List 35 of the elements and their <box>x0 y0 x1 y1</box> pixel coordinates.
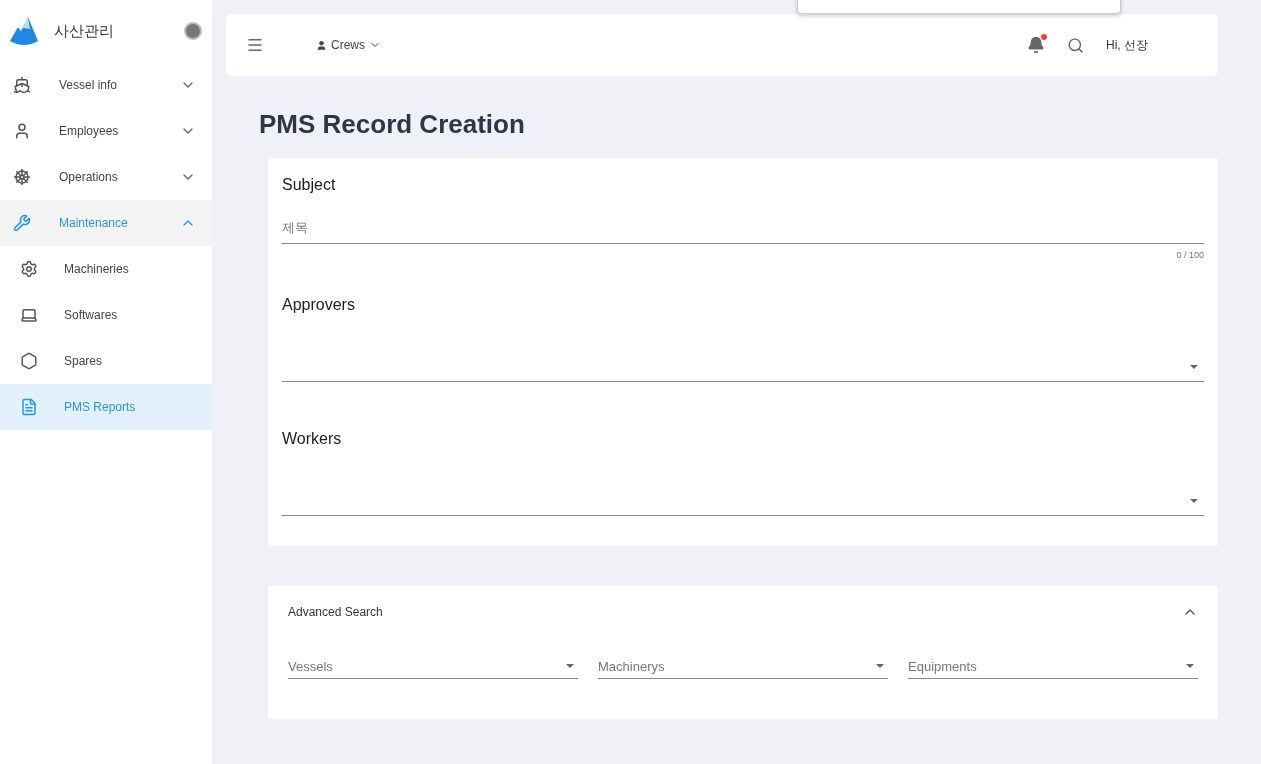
section-title: Approvers <box>282 296 356 314</box>
select-field[interactable]: Machinerys <box>598 654 888 679</box>
person-icon <box>316 39 327 51</box>
character-counter: 0 / 100 <box>1175 250 1204 260</box>
page-title: PMS Record Creation <box>259 109 526 140</box>
laptop-icon <box>20 306 38 324</box>
caret-icon <box>876 664 884 668</box>
radio-icon[interactable] <box>184 22 202 40</box>
person-icon <box>13 122 31 140</box>
sidebar-subitem[interactable]: Softwares <box>0 292 212 338</box>
user-greeting: Hi, 선장 <box>1106 36 1148 54</box>
mountain-logo-icon <box>10 15 38 47</box>
ship-icon <box>13 76 31 94</box>
app-title: 사산관리 <box>54 21 115 41</box>
select-field[interactable]: Equipments <box>908 654 1198 679</box>
sidebar-item[interactable]: Vessel info <box>0 62 212 108</box>
sidebar-item[interactable]: Operations <box>0 154 212 200</box>
section-title: Workers <box>282 430 343 448</box>
bell-icon[interactable] <box>1027 36 1045 54</box>
caret-icon <box>1186 664 1194 668</box>
menu-button[interactable] <box>246 36 264 54</box>
gear-icon <box>20 260 38 278</box>
search-icon[interactable] <box>1067 36 1084 54</box>
sidebar-subitem[interactable]: Machineries <box>0 246 212 292</box>
document-icon <box>20 398 38 416</box>
sidebar-subitem[interactable]: Spares <box>0 338 212 384</box>
caret-icon <box>566 664 574 668</box>
select-field[interactable]: Vessels <box>288 654 578 679</box>
ship-wheel-icon <box>13 168 31 186</box>
panel-title: Advanced Search <box>288 605 383 619</box>
hexagon-icon <box>20 352 38 370</box>
sidebar-item[interactable]: Employees <box>0 108 212 154</box>
section-title: Subject <box>282 176 337 194</box>
crews-menu[interactable]: Crews <box>310 37 387 53</box>
wrench-icon <box>13 214 31 232</box>
